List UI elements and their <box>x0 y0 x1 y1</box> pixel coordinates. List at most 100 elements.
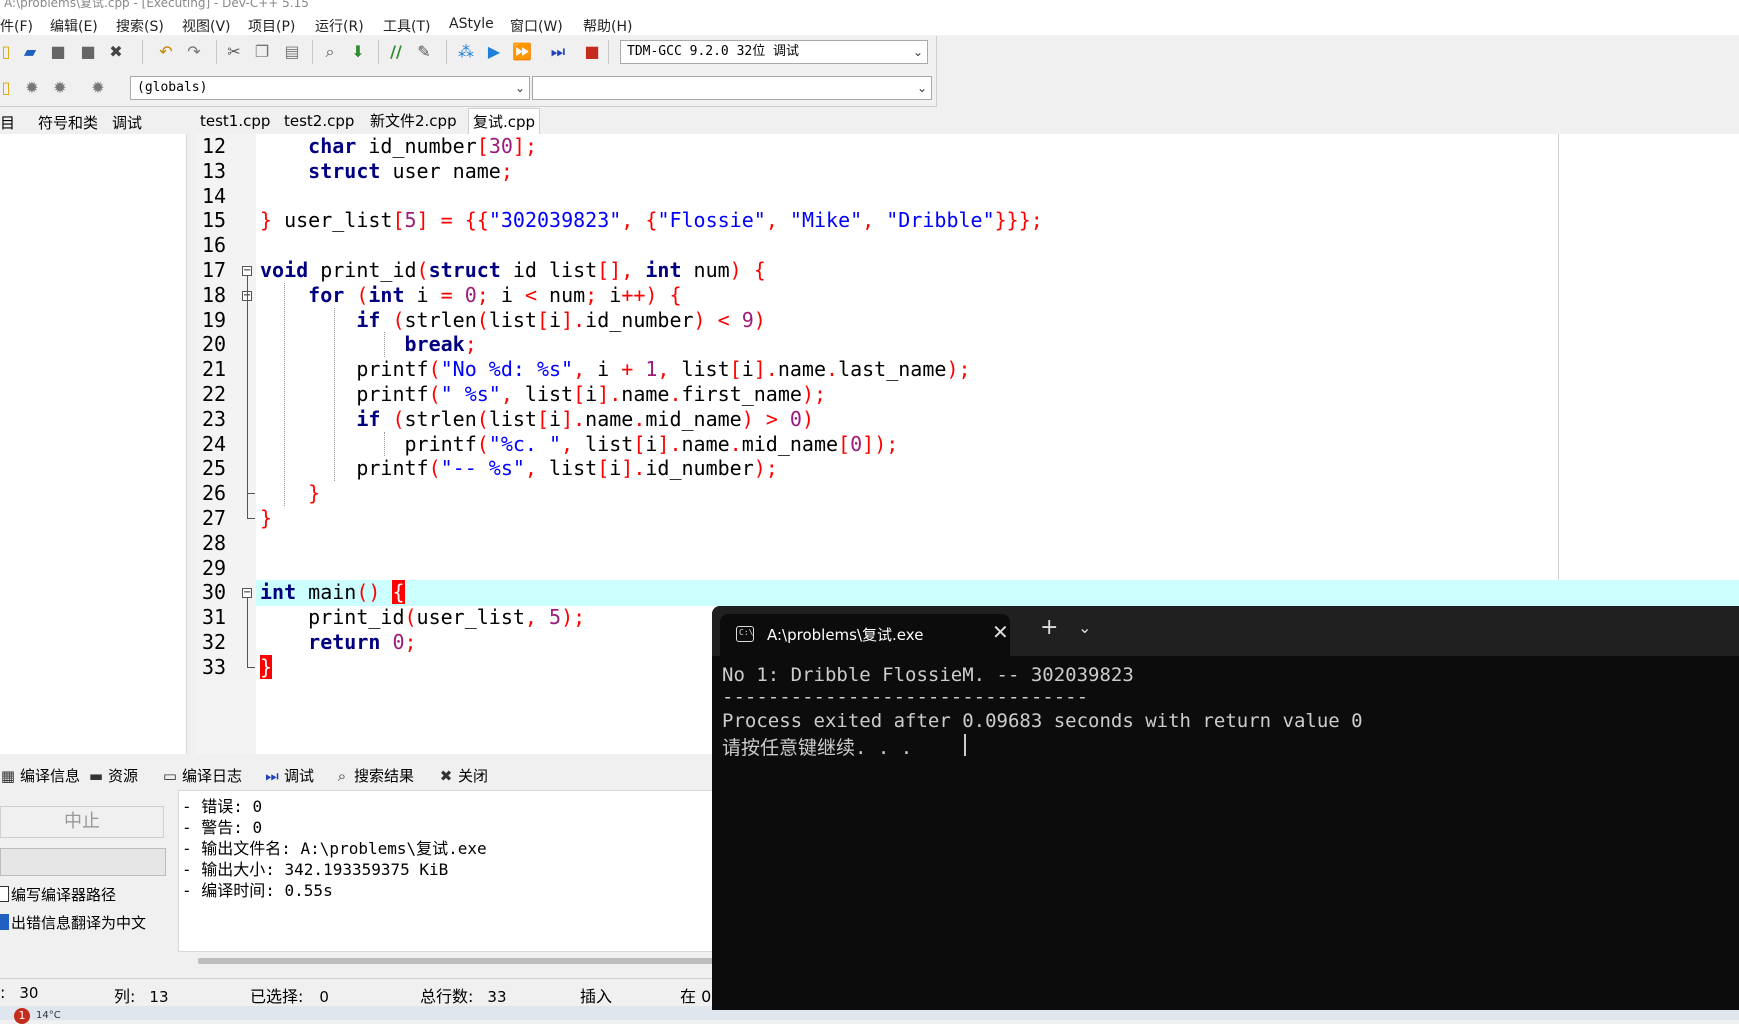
status-bar: :30 列: 13 已选择: 0 总行数: 33 插入 在 0 <box>0 978 720 1007</box>
tab-close[interactable]: ✖ 关闭 <box>438 765 488 786</box>
copy-icon[interactable]: ❐ <box>252 42 272 62</box>
horizontal-scrollbar[interactable] <box>198 958 718 964</box>
line-number: 17 <box>202 258 227 282</box>
line-number: 33 <box>202 654 227 679</box>
menu-view[interactable]: 视图(V) <box>182 16 231 36</box>
fold-line <box>247 598 248 667</box>
gear-icon[interactable]: ✹ <box>88 78 108 98</box>
console-window[interactable]: C:\ A:\problems\复试.exe ✕ + ⌄ No 1: Dribb… <box>712 606 1739 1010</box>
new-tab-icon[interactable]: + <box>1040 617 1058 639</box>
toolbar-separator <box>216 40 217 64</box>
code-line[interactable]: } <box>260 480 320 506</box>
line-number: 25 <box>202 456 227 481</box>
run-icon[interactable]: ▶ <box>484 42 504 62</box>
code-line[interactable]: void print_id(struct id list[], int num)… <box>260 257 766 283</box>
code-line[interactable]: if (strlen(list[i].name.mid_name) > 0) <box>260 406 814 432</box>
indent-guide <box>334 307 335 482</box>
menu-search[interactable]: 搜索(S) <box>116 16 164 36</box>
new-file-icon[interactable]: ▯ <box>0 42 16 62</box>
save-all-icon[interactable]: ■ <box>78 42 98 62</box>
code-line[interactable]: printf("%c. ", list[i].name.mid_name[0])… <box>260 431 898 457</box>
close-file-icon[interactable]: ✖ <box>106 42 126 62</box>
line-number: 14 <box>202 183 227 208</box>
new-project-icon[interactable]: ▯ <box>0 78 16 98</box>
menu-astyle[interactable]: AStyle <box>449 16 494 32</box>
menu-project[interactable]: 项目(P) <box>248 16 295 36</box>
toolbar-area: ▯ ▰ ■ ■ ✖ ↶ ↷ ✂ ❐ ▤ ⌕ ⬇ // ✎ ⁂ ▶ ⏩ ⏭ ■ T… <box>0 36 937 107</box>
tab-compiler-output[interactable]: ▦ 编译信息 <box>0 765 80 786</box>
compile-icon[interactable]: ⁂ <box>456 42 476 62</box>
tab-compile-log[interactable]: ▭ 编译日志 <box>162 765 242 786</box>
close-icon[interactable]: ✕ <box>992 620 1009 644</box>
folder-icon: ▬ <box>88 767 104 785</box>
status-extra: 在 0 <box>680 987 712 1006</box>
find-icon[interactable]: ⌕ <box>320 42 340 62</box>
compiler-path-checkbox[interactable]: 编写编译器路径 <box>0 884 116 905</box>
code-line[interactable]: } <box>260 654 273 680</box>
tab-debug[interactable]: 调试 <box>112 112 142 133</box>
menu-run[interactable]: 运行(R) <box>315 16 364 36</box>
code-line[interactable]: for (int i = 0; i < num; i++) { <box>260 282 681 308</box>
compiler-select[interactable]: TDM-GCC 9.2.0 32位 调试 ⌄ <box>620 40 928 64</box>
member-select[interactable]: ⌄ <box>532 76 932 100</box>
menu-window[interactable]: 窗口(W) <box>510 16 563 36</box>
code-line[interactable]: struct user name; <box>260 158 513 184</box>
scope-select[interactable]: (globals) ⌄ <box>130 76 530 100</box>
fold-collapse-icon[interactable]: − <box>242 266 252 276</box>
code-line[interactable]: return 0; <box>260 629 416 655</box>
code-line[interactable]: print_id(user_list, 5); <box>260 604 585 630</box>
tab-debug-panel[interactable]: ⏭ 调试 <box>264 765 314 786</box>
goto-icon[interactable]: ⬇ <box>348 42 368 62</box>
fold-collapse-icon[interactable]: − <box>242 588 252 599</box>
chevron-down-icon[interactable]: ⌄ <box>1078 618 1091 637</box>
checkbox-box[interactable] <box>0 886 9 902</box>
tab-newfile2[interactable]: 新文件2.cpp <box>366 108 461 134</box>
paste-icon[interactable]: ▤ <box>282 42 302 62</box>
tab-resources[interactable]: ▬ 资源 <box>88 765 138 786</box>
line-number: 28 <box>202 530 227 555</box>
open-file-icon[interactable]: ▰ <box>20 42 40 62</box>
debug-icon[interactable]: ⏭ <box>548 42 568 62</box>
save-icon[interactable]: ■ <box>48 42 68 62</box>
menu-file[interactable]: 件(F) <box>0 16 33 36</box>
code-line[interactable]: } <box>260 505 272 531</box>
tab-search-results[interactable]: ⌕ 搜索结果 <box>334 765 414 786</box>
tab-fushi[interactable]: 复试.cpp <box>468 108 541 134</box>
menu-edit[interactable]: 编辑(E) <box>50 16 98 36</box>
menu-help[interactable]: 帮助(H) <box>583 16 632 36</box>
tab-project[interactable]: 目 <box>0 112 15 133</box>
toolbar-separator <box>142 40 143 64</box>
window-title: A:\problems\复试.cpp - [Executing] - Dev-C… <box>4 0 309 10</box>
redo-icon[interactable]: ↷ <box>184 42 204 62</box>
menu-tools[interactable]: 工具(T) <box>383 16 430 36</box>
status-col: 列: 13 <box>114 983 169 1007</box>
code-line[interactable]: if (strlen(list[i].id_number) < 9) <box>260 307 766 333</box>
code-line[interactable]: break; <box>260 331 477 357</box>
gear-icon[interactable]: ✹ <box>50 78 70 98</box>
tab-symbols[interactable]: 符号和类 <box>38 112 98 133</box>
gear-icon[interactable]: ✹ <box>22 78 42 98</box>
translate-errors-checkbox[interactable]: 出错信息翻译为中文 <box>0 912 146 933</box>
comment-icon[interactable]: // <box>386 42 406 62</box>
compile-run-icon[interactable]: ⏩ <box>512 42 532 62</box>
tab-test2[interactable]: test2.cpp <box>280 108 358 134</box>
fold-line <box>247 300 248 494</box>
checkbox-box[interactable] <box>0 914 9 930</box>
code-line[interactable]: char id_number[30]; <box>260 134 537 159</box>
tab-test1[interactable]: test1.cpp <box>196 108 274 134</box>
console-icon: C:\ <box>736 626 754 642</box>
stop-button[interactable]: 中止 <box>0 806 164 838</box>
cut-icon[interactable]: ✂ <box>224 42 244 62</box>
code-line[interactable]: } user_list[5] = {{"302039823", {"Flossi… <box>260 207 1043 233</box>
code-line[interactable]: printf("-- %s", list[i].id_number); <box>260 455 778 481</box>
code-line[interactable]: printf(" %s", list[i].name.first_name); <box>260 381 826 407</box>
undo-icon[interactable]: ↶ <box>156 42 176 62</box>
code-line[interactable]: int main() { <box>260 579 405 605</box>
stop-execution-icon[interactable]: ■ <box>582 42 602 62</box>
bottom-panel-tabs: ▦ 编译信息 ▬ 资源 ▭ 编译日志 ⏭ 调试 ⌕ 搜索结果 ✖ 关闭 <box>0 762 720 788</box>
tab-search-results-label: 搜索结果 <box>354 767 415 785</box>
format-icon[interactable]: ✎ <box>414 42 434 62</box>
line-number: 12 <box>202 134 227 158</box>
terminal-tab[interactable]: C:\ A:\problems\复试.exe ✕ <box>720 614 1010 656</box>
code-line[interactable]: printf("No %d: %s", i + 1, list[i].name.… <box>260 356 970 382</box>
